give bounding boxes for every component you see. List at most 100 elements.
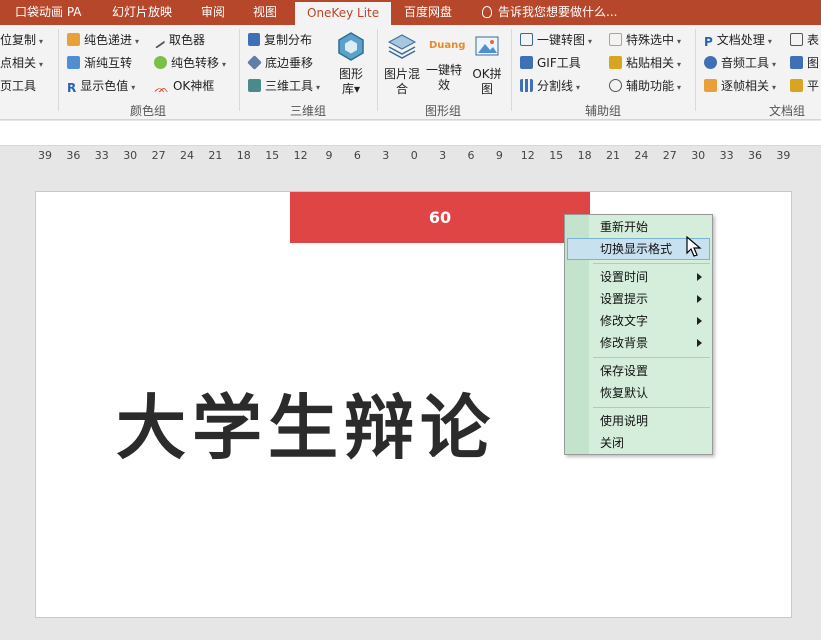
table-icon xyxy=(790,33,803,46)
slide-title-text[interactable]: 大学生辩论 xyxy=(116,372,496,473)
picture-icon xyxy=(475,36,499,56)
menu-item-set-time[interactable]: 设置时间 xyxy=(565,266,712,288)
show-color-value-button[interactable]: R 显示色值 ▾ xyxy=(67,76,135,96)
table-button[interactable]: 表 xyxy=(790,30,819,50)
menu-item-help[interactable]: 使用说明 xyxy=(565,410,712,432)
ok-frame-button[interactable]: ᨏ OK神框 xyxy=(154,76,214,96)
position-copy-button[interactable]: 位复制 ▾ xyxy=(0,30,43,50)
gif-tools-button[interactable]: GIF工具 xyxy=(520,53,581,73)
ok-puzzle-button[interactable]: OK拼图 xyxy=(468,31,506,97)
tab-slideshow[interactable]: 幻灯片放映 xyxy=(112,0,172,25)
tab-review[interactable]: 审阅 xyxy=(201,0,225,25)
ruler-tick: 24 xyxy=(180,149,194,162)
frames-icon xyxy=(704,79,717,92)
tab-pocket-animation[interactable]: 口袋动画 PA xyxy=(15,0,82,25)
group-divider xyxy=(377,29,378,111)
ruler-tick: 3 xyxy=(382,149,390,162)
menu-item-set-prompt[interactable]: 设置提示 xyxy=(565,288,712,310)
shape-library-button[interactable]: 图形库▾ xyxy=(336,31,366,97)
mouse-cursor-icon xyxy=(686,236,702,257)
gear-icon xyxy=(609,79,622,92)
group-divider xyxy=(695,29,696,111)
tell-me-search[interactable]: 告诉我您想要做什么... xyxy=(482,0,617,25)
ruler-tick: 0 xyxy=(410,149,418,162)
ruler-tick: 21 xyxy=(606,149,620,162)
menu-item-edit-text[interactable]: 修改文字 xyxy=(565,310,712,332)
menu-item-edit-background[interactable]: 修改背景 xyxy=(565,332,712,354)
point-related-button[interactable]: 点相关 ▾ xyxy=(0,53,43,73)
menu-item-save-settings[interactable]: 保存设置 xyxy=(565,360,712,382)
menu-separator xyxy=(593,407,710,408)
distribute-icon xyxy=(248,33,260,46)
palette-icon xyxy=(67,33,80,46)
color-dots-icon xyxy=(154,56,167,69)
ruler-tick: 18 xyxy=(236,149,251,162)
3d-tools-button[interactable]: 三维工具 ▾ xyxy=(248,76,320,96)
menu-item-restore-defaults[interactable]: 恢复默认 xyxy=(565,382,712,404)
one-click-to-image-button[interactable]: 一键转图 ▾ xyxy=(520,30,592,50)
image-icon xyxy=(790,56,803,69)
ok-puzzle-label: OK拼图 xyxy=(472,67,502,96)
menu-separator xyxy=(593,263,710,264)
tab-view[interactable]: 视图 xyxy=(253,0,277,25)
ruler-tick: 24 xyxy=(634,149,649,162)
one-click-effect-button[interactable]: Duang 一键特效 xyxy=(425,31,465,93)
countdown-timer-bar[interactable]: 60 xyxy=(290,192,590,243)
ruler-tick: 6 xyxy=(353,149,361,162)
layers-icon xyxy=(247,55,262,70)
ribbon-panel: 位复制 ▾ 点相关 ▾ 页工具 纯色递进 ▾ 渐纯互转 R 显示色值 ▾ 取色器 纯色转移… xyxy=(0,25,821,120)
menu-item-close[interactable]: 关闭 xyxy=(565,432,712,454)
color-picker-button[interactable]: 取色器 xyxy=(153,30,205,50)
assist-function-button[interactable]: 辅助功能 ▾ xyxy=(609,76,681,96)
convert-image-icon xyxy=(520,33,533,46)
bird-icon: ᨏ xyxy=(154,81,169,95)
tab-onekey-lite[interactable]: OneKey Lite xyxy=(295,2,392,25)
ruler-tick: 33 xyxy=(719,149,734,162)
ruler-tick: 30 xyxy=(123,149,138,162)
flat-button[interactable]: 平 xyxy=(790,76,819,96)
flat-icon xyxy=(790,79,803,92)
hexagon-icon xyxy=(338,32,364,61)
gradient-convert-button[interactable]: 渐纯互转 xyxy=(67,53,132,73)
ruler-tick: 36 xyxy=(748,149,762,162)
ruler-tick: 27 xyxy=(662,149,677,162)
solid-gradient-button[interactable]: 纯色递进 ▾ xyxy=(67,30,139,50)
ruler-tick: 12 xyxy=(520,149,535,162)
bottom-vertical-move-button[interactable]: 底边垂移 xyxy=(247,53,313,73)
document-processing-button[interactable]: P 文档处理 ▾ xyxy=(704,30,772,50)
image-blend-button[interactable]: 图片混合 xyxy=(383,31,421,97)
menu-item-restart[interactable]: 重新开始 xyxy=(565,216,712,238)
special-select-button[interactable]: 特殊选中 ▾ xyxy=(609,30,681,50)
clipboard-icon xyxy=(609,56,622,69)
ruler-tick: 18 xyxy=(577,149,592,162)
audio-icon xyxy=(704,56,717,69)
submenu-arrow-icon xyxy=(697,295,702,303)
paste-related-button[interactable]: 粘贴相关 ▾ xyxy=(609,53,681,73)
menu-separator xyxy=(593,357,710,358)
lightbulb-icon xyxy=(482,6,492,18)
image-blend-label: 图片混合 xyxy=(383,67,420,96)
audio-tools-button[interactable]: 音频工具 ▾ xyxy=(704,53,776,73)
color-transfer-button[interactable]: 纯色转移 ▾ xyxy=(154,53,226,73)
swap-icon xyxy=(67,56,80,69)
page-tools-button[interactable]: 页工具 xyxy=(0,76,36,96)
p-doc-icon: P xyxy=(704,35,713,49)
image-button[interactable]: 图 xyxy=(790,53,819,73)
divider-line-button[interactable]: 分割线 ▾ xyxy=(520,76,580,96)
ribbon-tab-bar: 口袋动画 PA 幻灯片放映 审阅 视图 OneKey Lite 百度网盘 告诉我… xyxy=(0,0,821,25)
assist-group-label: 辅助组 xyxy=(585,104,622,118)
ruler-tick: 21 xyxy=(208,149,223,162)
submenu-arrow-icon xyxy=(697,273,702,281)
ruler-tick: 30 xyxy=(691,149,706,162)
ruler-tick: 36 xyxy=(66,149,81,162)
color-group-label: 颜色组 xyxy=(130,104,167,118)
group-divider xyxy=(58,29,59,111)
shape-library-label: 图形库▾ xyxy=(338,67,363,96)
copy-distribute-button[interactable]: 复制分布 xyxy=(248,30,312,50)
shape-group-label: 图形组 xyxy=(425,104,462,118)
frame-related-button[interactable]: 逐帧相关 ▾ xyxy=(704,76,776,96)
tab-baidu-netdisk[interactable]: 百度网盘 xyxy=(404,0,452,25)
3d-group-label: 三维组 xyxy=(290,104,327,118)
ruler-tick: 9 xyxy=(325,149,333,162)
ruler-tick: 15 xyxy=(265,149,280,162)
